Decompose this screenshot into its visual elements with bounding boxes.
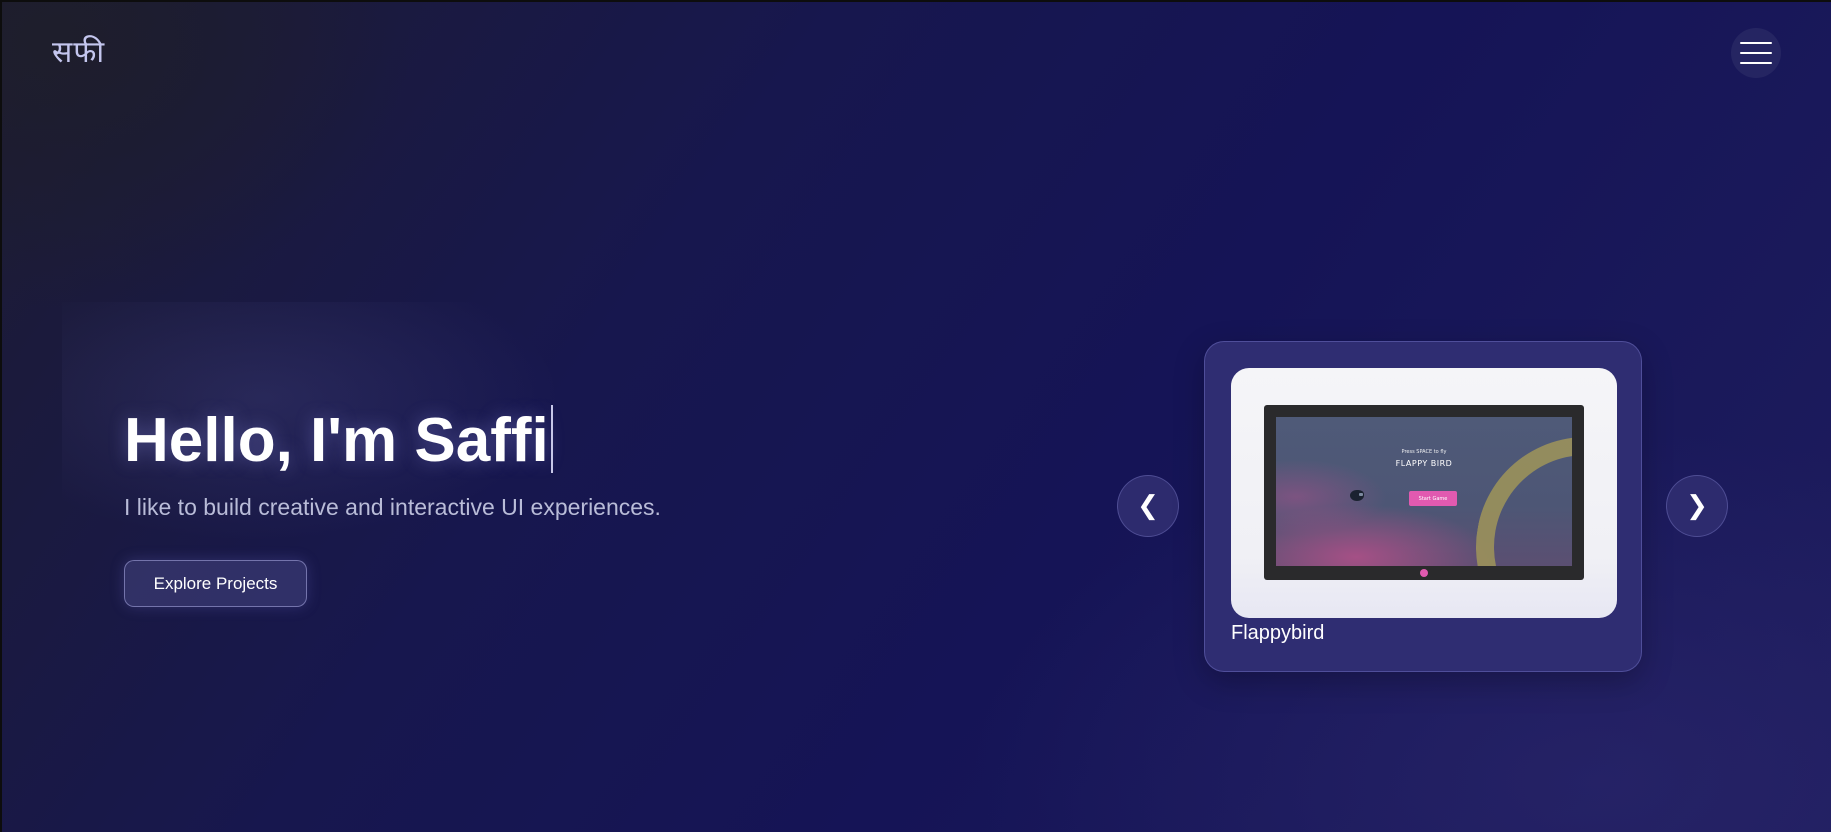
project-card[interactable]: Press SPACE to fly FLAPPY BIRD Start Gam… <box>1204 341 1642 672</box>
hero-section: Hello, I'm Saffi I like to build creativ… <box>124 402 661 521</box>
hero-title-wrapper: Hello, I'm Saffi <box>124 402 553 480</box>
site-logo[interactable]: सफी <box>52 30 105 71</box>
monitor-frame: Press SPACE to fly FLAPPY BIRD Start Gam… <box>1264 405 1584 580</box>
hero-title: Hello, I'm Saffi <box>124 406 549 475</box>
chevron-right-icon: ❯ <box>1686 491 1708 521</box>
explore-projects-button[interactable]: Explore Projects <box>124 560 307 607</box>
bird-icon <box>1350 490 1364 501</box>
typing-cursor <box>550 405 553 473</box>
project-thumbnail[interactable]: Press SPACE to fly FLAPPY BIRD Start Gam… <box>1231 368 1617 618</box>
project-title: Flappybird <box>1231 622 1325 644</box>
game-prompt-small: Press SPACE to fly <box>1401 449 1447 455</box>
carousel-next-button[interactable]: ❯ <box>1666 475 1728 537</box>
page: सफी Hello, I'm Saffi I like to build cre… <box>0 0 1831 832</box>
game-pipe-arc <box>1458 419 1572 566</box>
power-indicator <box>1420 569 1428 577</box>
carousel-prev-button[interactable]: ❮ <box>1117 475 1179 537</box>
hero-subtitle: I like to build creative and interactive… <box>124 494 661 520</box>
hamburger-menu-icon-line <box>1740 52 1772 54</box>
menu-button[interactable] <box>1731 28 1781 78</box>
game-screen: Press SPACE to fly FLAPPY BIRD Start Gam… <box>1276 417 1572 566</box>
hamburger-menu-icon-line <box>1740 62 1772 64</box>
hamburger-menu-icon <box>1740 42 1772 44</box>
game-prompt-title: FLAPPY BIRD <box>1395 459 1453 468</box>
chevron-left-icon: ❮ <box>1137 491 1159 521</box>
game-start-button: Start Game <box>1409 491 1457 506</box>
